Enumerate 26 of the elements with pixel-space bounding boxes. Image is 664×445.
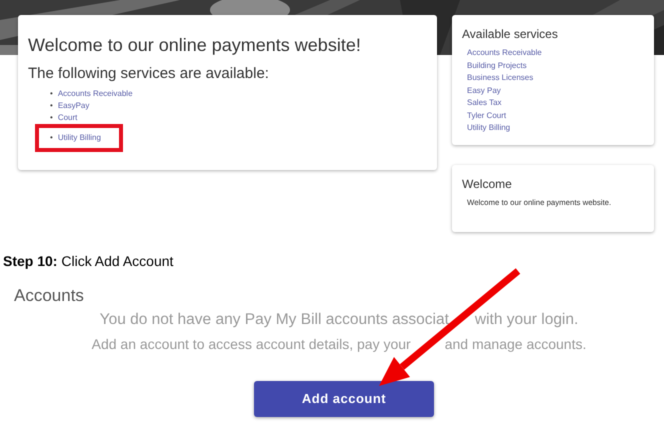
service-link[interactable]: Accounts Receivable [467,47,542,60]
message-text: Add an account to access account details, pay your [92,334,411,354]
service-link[interactable]: Sales Tax [467,97,502,110]
message-text: and manage accounts. [444,334,586,354]
message-text: You do not have any Pay My Bill accounts associat [100,310,449,330]
page-heading: Welcome to our online payments website! [28,35,362,57]
bullet: • [50,88,53,100]
services-heading: The following services are available: [28,64,270,83]
bullet: • [50,132,53,144]
service-link[interactable]: Building Projects [467,60,527,72]
bullet: • [50,100,53,112]
service-link[interactable]: Utility Billing [58,132,101,144]
service-link[interactable]: Easy Pay [467,84,501,98]
service-link[interactable]: Court [58,112,78,124]
card-title: Welcome [462,177,513,192]
bullet: • [50,112,53,124]
message-text: with your login. [474,310,578,330]
section-title: Accounts [14,286,85,306]
card-title: Available services [462,27,559,42]
service-link[interactable]: Accounts Receivable [58,88,133,100]
service-link[interactable]: Tyler Court [467,110,506,122]
service-link[interactable]: Utility Billing [467,122,510,135]
service-link[interactable]: Business Licenses [467,72,534,85]
add-account-button[interactable]: Add account [254,380,434,417]
step-instruction: Step 10: Click Add Account [3,252,174,271]
service-link[interactable]: EasyPay [58,100,90,112]
